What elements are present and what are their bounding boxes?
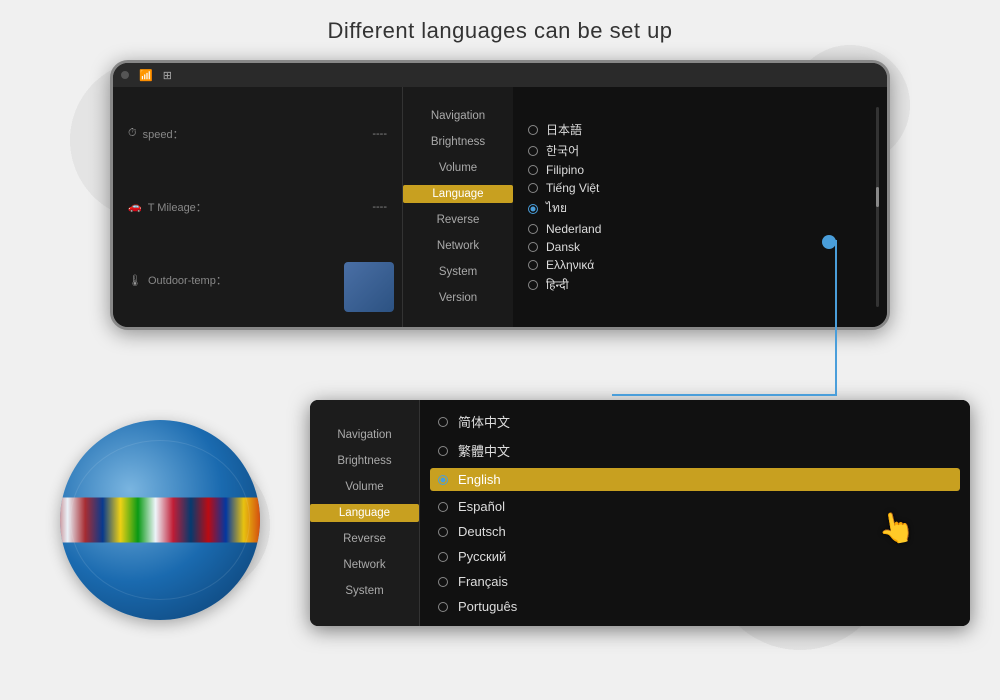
globe bbox=[60, 420, 260, 620]
speed-label: speed： bbox=[143, 126, 184, 142]
lang-radio-greek bbox=[528, 260, 538, 270]
menu-reverse-bottom[interactable]: Reverse bbox=[310, 530, 419, 548]
lang-german[interactable]: Deutsch bbox=[438, 522, 952, 541]
menu-version-top[interactable]: Version bbox=[403, 289, 513, 307]
lang-radio-tchinese bbox=[438, 446, 448, 456]
menu-navigation-top[interactable]: Navigation bbox=[403, 107, 513, 125]
lang-filipino[interactable]: Filipino bbox=[528, 163, 872, 177]
lang-radio-danish bbox=[528, 242, 538, 252]
lang-radio-dutch bbox=[528, 224, 538, 234]
speed-value: ---- bbox=[372, 128, 387, 140]
lang-vietnamese[interactable]: Tiếng Việt bbox=[528, 181, 872, 195]
menu-volume-top[interactable]: Volume bbox=[403, 159, 513, 177]
language-panel-bottom: 简体中文 繁體中文 English Español Deutsch Русски… bbox=[420, 400, 970, 626]
wifi-icon: 📶 bbox=[139, 69, 153, 82]
lang-radio-vietnamese bbox=[528, 183, 538, 193]
speed-icon: ⏱ bbox=[128, 127, 137, 140]
lang-radio-hindi bbox=[528, 280, 538, 290]
lang-radio-japanese bbox=[528, 125, 538, 135]
menu-navigation-bottom[interactable]: Navigation bbox=[310, 426, 419, 444]
lang-radio-filipino bbox=[528, 165, 538, 175]
device-top: 📶 ⊞ ⏱ speed： ---- 🚗 T Mileage： ---- 🌡 Ou… bbox=[110, 60, 890, 330]
scroll-indicator[interactable] bbox=[876, 107, 879, 307]
mileage-row: 🚗 T Mileage： ---- bbox=[128, 199, 387, 215]
speed-row: ⏱ speed： ---- bbox=[128, 126, 387, 142]
dashboard-panel: ⏱ speed： ---- 🚗 T Mileage： ---- 🌡 Outdoo… bbox=[113, 87, 403, 327]
car-icon: 🚗 bbox=[128, 200, 142, 213]
menu-volume-bottom[interactable]: Volume bbox=[310, 478, 419, 496]
lang-japanese[interactable]: 日本語 bbox=[528, 121, 872, 138]
menu-network-bottom[interactable]: Network bbox=[310, 556, 419, 574]
menu-language-top[interactable]: Language bbox=[403, 185, 513, 203]
lang-radio-korean bbox=[528, 146, 538, 156]
menu-network-top[interactable]: Network bbox=[403, 237, 513, 255]
menu-panel-top: Navigation Brightness Volume Language Re… bbox=[403, 87, 513, 327]
lang-radio-portuguese bbox=[438, 602, 448, 612]
connector-horizontal-line bbox=[612, 394, 837, 396]
lang-radio-russian bbox=[438, 552, 448, 562]
lang-spanish[interactable]: Español bbox=[438, 497, 952, 516]
lang-traditional-chinese[interactable]: 繁體中文 bbox=[438, 439, 952, 462]
lang-radio-french bbox=[438, 577, 448, 587]
menu-brightness-top[interactable]: Brightness bbox=[403, 133, 513, 151]
device-content: ⏱ speed： ---- 🚗 T Mileage： ---- 🌡 Outdoo… bbox=[113, 87, 887, 327]
mileage-value: ---- bbox=[372, 201, 387, 213]
lang-simplified-chinese[interactable]: 简体中文 bbox=[438, 410, 952, 433]
connector-dot bbox=[822, 235, 836, 249]
menu-reverse-top[interactable]: Reverse bbox=[403, 211, 513, 229]
scroll-thumb bbox=[876, 187, 879, 207]
lang-thai[interactable]: ไทย bbox=[528, 199, 872, 218]
temp-icon: 🌡 bbox=[128, 274, 142, 287]
lang-korean[interactable]: 한국어 bbox=[528, 142, 872, 159]
lang-english[interactable]: English bbox=[430, 468, 960, 491]
lang-radio-german bbox=[438, 527, 448, 537]
lang-russian[interactable]: Русский bbox=[438, 547, 952, 566]
lang-portuguese[interactable]: Português bbox=[438, 597, 952, 616]
close-dot bbox=[121, 71, 129, 79]
dropdown-expanded: Navigation Brightness Volume Language Re… bbox=[310, 400, 970, 626]
temp-label: Outdoor-temp： bbox=[148, 272, 227, 288]
lang-hindi[interactable]: हिन्दी bbox=[528, 276, 872, 293]
device-top-bar: 📶 ⊞ bbox=[113, 63, 887, 87]
bluetooth-icon: ⊞ bbox=[163, 69, 172, 82]
menu-system-bottom[interactable]: System bbox=[310, 582, 419, 600]
lang-radio-schinese bbox=[438, 417, 448, 427]
cursor-hand: 👆 bbox=[875, 508, 918, 549]
menu-brightness-bottom[interactable]: Brightness bbox=[310, 452, 419, 470]
map-thumbnail bbox=[344, 262, 394, 312]
lang-radio-thai bbox=[528, 204, 538, 214]
bottom-section: Navigation Brightness Volume Language Re… bbox=[0, 400, 1000, 626]
lang-danish[interactable]: Dansk bbox=[528, 240, 872, 254]
menu-language-bottom[interactable]: Language bbox=[310, 504, 419, 522]
menu-panel-bottom: Navigation Brightness Volume Language Re… bbox=[310, 400, 420, 626]
lang-french[interactable]: Français bbox=[438, 572, 952, 591]
lang-radio-spanish bbox=[438, 502, 448, 512]
globe-container bbox=[30, 400, 290, 620]
lang-radio-english bbox=[438, 475, 448, 485]
mileage-label: T Mileage： bbox=[148, 199, 207, 215]
language-panel-top: 日本語 한국어 Filipino Tiếng Việt ไทย Nederlan… bbox=[513, 87, 887, 327]
flag-band bbox=[60, 498, 260, 543]
lang-dutch[interactable]: Nederland bbox=[528, 222, 872, 236]
lang-greek[interactable]: Ελληνικά bbox=[528, 258, 872, 272]
page-title: Different languages can be set up bbox=[0, 0, 1000, 44]
menu-system-top[interactable]: System bbox=[403, 263, 513, 281]
connector-vertical-line bbox=[835, 240, 837, 395]
